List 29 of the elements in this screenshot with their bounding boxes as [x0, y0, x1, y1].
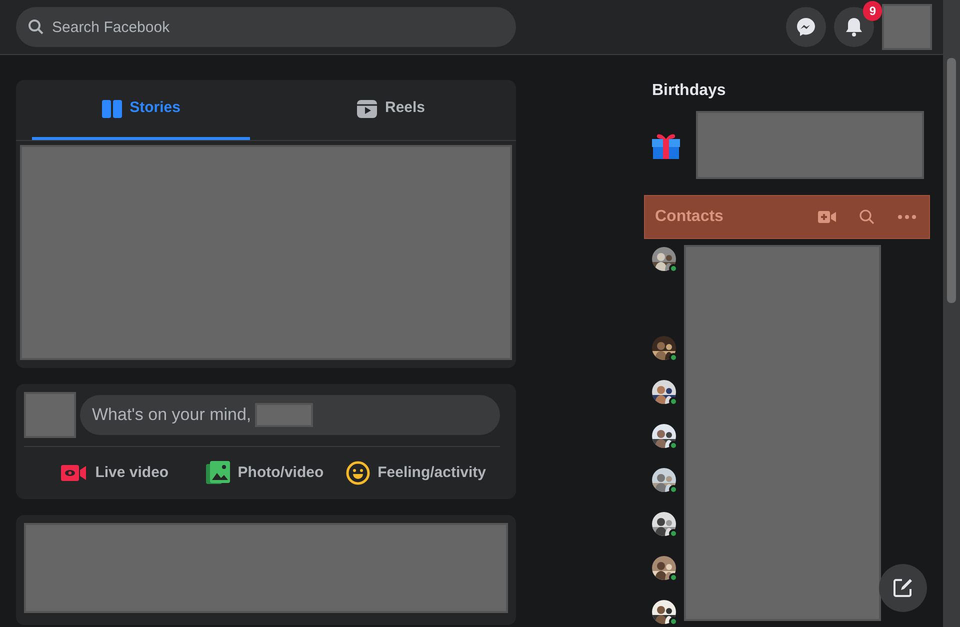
section-title: Birthdays — [651, 81, 727, 101]
section-title: Contacts — [655, 207, 724, 227]
composer-action-button[interactable]: Live video — [40, 451, 190, 495]
scrollbar[interactable] — [943, 0, 960, 627]
play-clip-icon — [356, 98, 377, 118]
search-field[interactable]: Search Facebook — [16, 7, 516, 47]
photo-icon — [206, 461, 230, 485]
compose-icon — [893, 578, 913, 598]
redacted-block — [255, 403, 314, 427]
search-icon — [859, 208, 875, 225]
messenger-button[interactable] — [786, 7, 826, 47]
notification-count: 9 — [863, 1, 882, 21]
composer-action-button[interactable]: Photo/video — [190, 451, 340, 495]
tab[interactable]: Reels — [282, 80, 500, 140]
notifications-button[interactable] — [834, 7, 874, 47]
new-message-button[interactable] — [879, 564, 927, 612]
messenger-icon — [796, 17, 816, 37]
search-icon — [28, 19, 44, 35]
composer-action-button[interactable]: Feeling/activity — [340, 451, 492, 495]
bell-icon — [845, 17, 863, 37]
more-icon — [898, 214, 916, 219]
book-icon — [102, 98, 122, 118]
video-camera-icon — [61, 463, 88, 483]
video-plus-icon — [818, 210, 836, 224]
redacted-block — [24, 392, 76, 438]
smiley-icon — [346, 461, 370, 485]
post-composer-field[interactable]: What's on your mind, — [80, 395, 500, 435]
tab[interactable]: Stories — [32, 80, 250, 140]
redacted-block — [882, 4, 932, 50]
